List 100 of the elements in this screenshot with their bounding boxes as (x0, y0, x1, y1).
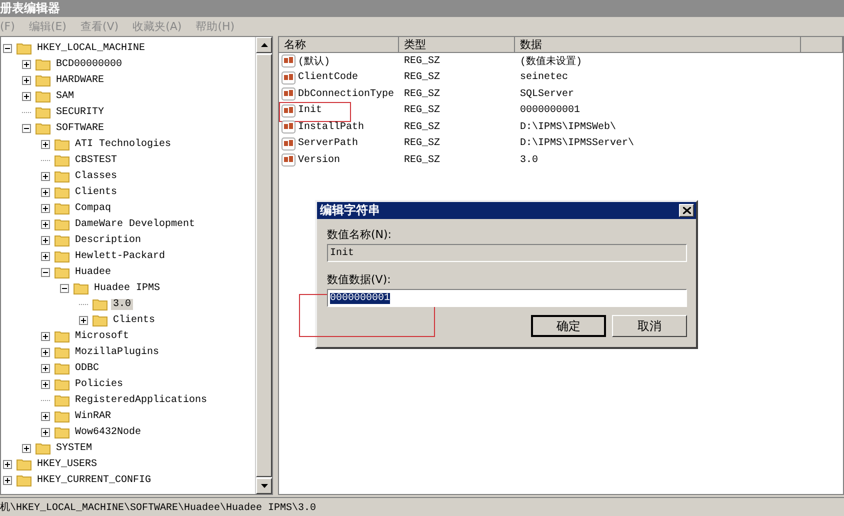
tree-item[interactable]: HKEY_USERS (35, 458, 100, 470)
value-name: Init (298, 105, 322, 116)
folder-icon (35, 73, 51, 87)
folder-icon (54, 201, 70, 215)
tree-item[interactable]: Compaq (73, 202, 114, 214)
tree-item[interactable]: DameWare Development (73, 218, 198, 230)
expand-icon[interactable] (41, 380, 50, 388)
folder-icon (54, 361, 70, 375)
folder-icon (35, 105, 51, 119)
expand-icon[interactable] (41, 332, 50, 340)
tree-item[interactable]: Huadee IPMS (92, 282, 162, 294)
value-type: REG_SZ (403, 72, 442, 84)
value-data: SQLServer (519, 88, 576, 100)
value-type: REG_SZ (403, 56, 442, 67)
tree-item[interactable]: ODBC (73, 362, 102, 374)
tree-item[interactable]: 3.0 (111, 298, 134, 310)
folder-icon (54, 265, 70, 279)
expand-icon[interactable] (41, 348, 50, 356)
folder-icon (16, 457, 32, 471)
expand-icon[interactable] (41, 188, 50, 196)
folder-icon (16, 473, 32, 487)
tree-item[interactable]: Clients (111, 314, 158, 326)
close-button[interactable] (679, 204, 694, 217)
tree-item[interactable]: HKEY_LOCAL_MACHINE (35, 42, 148, 54)
tree-item[interactable]: SECURITY (54, 106, 106, 118)
down-arrow-icon (260, 484, 268, 488)
value-data-field[interactable]: 0000000001 (327, 289, 687, 307)
dialog-title: 编辑字符串 (320, 202, 380, 219)
expand-icon[interactable] (41, 428, 50, 436)
tree-item[interactable]: HARDWARE (54, 74, 106, 86)
tree-item[interactable]: RegisteredApplications (73, 394, 210, 406)
expand-icon[interactable] (22, 60, 31, 68)
folder-icon (16, 41, 32, 55)
string-value-icon (281, 153, 296, 168)
value-data: D:\IPMS\IPMSWeb\ (519, 122, 618, 133)
expand-icon[interactable] (22, 444, 31, 452)
tree-item[interactable]: MozillaPlugins (73, 346, 162, 358)
expand-icon[interactable] (79, 316, 88, 324)
tree-item[interactable]: Clients (73, 186, 120, 198)
expand-icon[interactable] (41, 140, 50, 148)
expand-icon[interactable] (41, 204, 50, 212)
tree-item[interactable]: Microsoft (73, 330, 132, 342)
tree-item[interactable]: Hewlett-Packard (73, 250, 168, 262)
collapse-icon[interactable] (41, 268, 50, 276)
collapse-icon[interactable] (3, 44, 12, 52)
value-type: REG_SZ (403, 138, 442, 150)
tree-item[interactable]: SOFTWARE (54, 122, 106, 134)
expand-icon[interactable] (41, 252, 50, 260)
collapse-icon[interactable] (60, 284, 69, 292)
tree-item[interactable]: HKEY_CURRENT_CONFIG (35, 474, 154, 486)
expand-icon[interactable] (41, 172, 50, 180)
folder-icon (35, 57, 51, 71)
tree-item[interactable]: Policies (73, 378, 126, 390)
cancel-button[interactable]: 取消 (612, 315, 687, 337)
scrollbar[interactable] (255, 37, 272, 494)
value-data: 0000000001 (519, 105, 582, 116)
folder-icon (92, 297, 108, 311)
value-type: REG_SZ (403, 122, 442, 133)
expand-icon[interactable] (3, 476, 12, 484)
tree-item[interactable]: SYSTEM (54, 442, 94, 454)
expand-icon[interactable] (22, 92, 31, 100)
tree-item[interactable]: Wow6432Node (73, 426, 144, 438)
string-value-icon (281, 54, 296, 68)
folder-icon (35, 89, 51, 103)
up-arrow-icon (260, 43, 268, 47)
column-header[interactable]: 名称 (279, 37, 399, 53)
ok-button[interactable]: 确定 (531, 315, 606, 337)
folder-icon (54, 153, 70, 167)
folder-icon (54, 345, 70, 359)
expand-icon[interactable] (41, 236, 50, 244)
tree-item[interactable]: ATI Technologies (73, 138, 174, 150)
tree-item[interactable]: Classes (73, 170, 120, 182)
tree-item[interactable]: CBSTEST (73, 154, 120, 166)
tree-item[interactable]: Description (73, 234, 144, 246)
tree-item[interactable]: BCD00000000 (54, 58, 124, 70)
folder-icon (54, 409, 70, 423)
column-header[interactable]: 类型 (399, 37, 515, 53)
value-name-field[interactable]: Init (327, 244, 687, 262)
expand-icon[interactable] (41, 412, 50, 420)
expand-icon[interactable] (22, 76, 31, 84)
column-header[interactable]: 数据 (515, 37, 801, 53)
value-data: D:\IPMS\IPMSServer\ (519, 138, 636, 150)
folder-icon (54, 233, 70, 247)
folder-icon (54, 377, 70, 391)
string-value-icon (281, 136, 296, 151)
collapse-icon[interactable] (22, 124, 31, 132)
tree-item[interactable]: Huadee (73, 266, 114, 278)
folder-icon (54, 425, 70, 439)
folder-icon (35, 441, 51, 455)
folder-icon (54, 169, 70, 183)
expand-icon[interactable] (3, 460, 12, 468)
expand-icon[interactable] (41, 364, 50, 372)
folder-icon (54, 185, 70, 199)
expand-icon[interactable] (41, 220, 50, 228)
string-value-icon (281, 104, 296, 118)
folder-icon (92, 313, 108, 327)
field-label: 数值数据(V): (327, 272, 392, 287)
folder-icon (35, 121, 51, 135)
tree-item[interactable]: SAM (54, 90, 76, 102)
tree-item[interactable]: WinRAR (73, 410, 114, 422)
